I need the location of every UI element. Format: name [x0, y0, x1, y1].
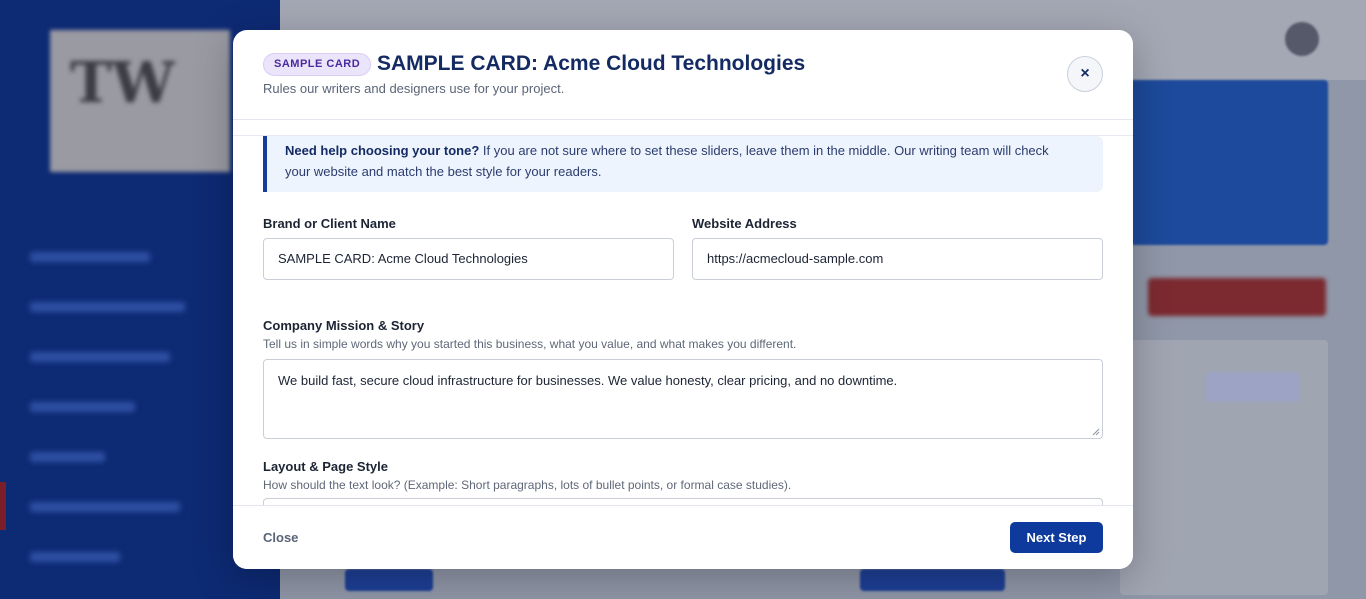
background-nav-item	[30, 349, 230, 365]
tone-help-callout: Need help choosing your tone? If you are…	[263, 136, 1103, 192]
layout-style-hint: How should the text look? (Example: Shor…	[263, 478, 792, 492]
modal-tab-strip	[233, 121, 1133, 136]
mission-hint: Tell us in simple words why you started …	[263, 337, 797, 351]
modal-subtitle: Rules our writers and designers use for …	[263, 81, 565, 96]
background-avatar	[1285, 22, 1319, 56]
background-nav-item	[30, 449, 230, 465]
modal-title: SAMPLE CARD: Acme Cloud Technologies	[377, 52, 806, 75]
background-nav-item	[30, 299, 230, 315]
layout-style-label: Layout & Page Style	[263, 459, 388, 474]
modal-footer: Close Next Step	[233, 505, 1133, 569]
background-nav-item	[30, 549, 230, 565]
modal-body[interactable]: Need help choosing your tone? If you are…	[233, 136, 1133, 505]
tab-indicator	[255, 121, 387, 135]
background-hero-panel	[1120, 80, 1328, 245]
mission-text: We build fast, secure cloud infrastructu…	[278, 373, 898, 388]
close-icon[interactable]: ×	[1067, 56, 1103, 92]
close-button[interactable]: Close	[263, 530, 298, 545]
mission-textarea[interactable]: We build fast, secure cloud infrastructu…	[263, 359, 1103, 439]
website-label: Website Address	[692, 216, 797, 231]
modal-header: SAMPLE CARD SAMPLE CARD: Acme Cloud Tech…	[233, 30, 1133, 120]
background-button	[860, 569, 1005, 591]
background-nav-item	[30, 249, 230, 265]
background-nav-active-indicator	[0, 482, 6, 530]
next-step-button[interactable]: Next Step	[1010, 522, 1103, 553]
website-input[interactable]: https://acmecloud-sample.com	[692, 238, 1103, 280]
layout-style-input[interactable]	[263, 498, 1103, 505]
brand-card-modal: SAMPLE CARD SAMPLE CARD: Acme Cloud Tech…	[233, 30, 1133, 569]
background-pill	[1205, 372, 1300, 402]
background-nav-item	[30, 499, 230, 515]
background-nav-item	[30, 399, 230, 415]
sample-card-badge: SAMPLE CARD	[263, 53, 372, 76]
background-logo-mark: TW	[70, 50, 175, 116]
resize-grip-icon[interactable]	[1092, 428, 1100, 436]
help-heading: Need help choosing your tone?	[285, 143, 480, 158]
mission-label: Company Mission & Story	[263, 318, 425, 333]
background-action-button	[1148, 278, 1326, 316]
help-text: Need help choosing your tone? If you are…	[285, 140, 1065, 182]
background-button	[345, 569, 433, 591]
brand-name-input[interactable]: SAMPLE CARD: Acme Cloud Technologies	[263, 238, 674, 280]
brand-name-label: Brand or Client Name	[263, 216, 396, 231]
